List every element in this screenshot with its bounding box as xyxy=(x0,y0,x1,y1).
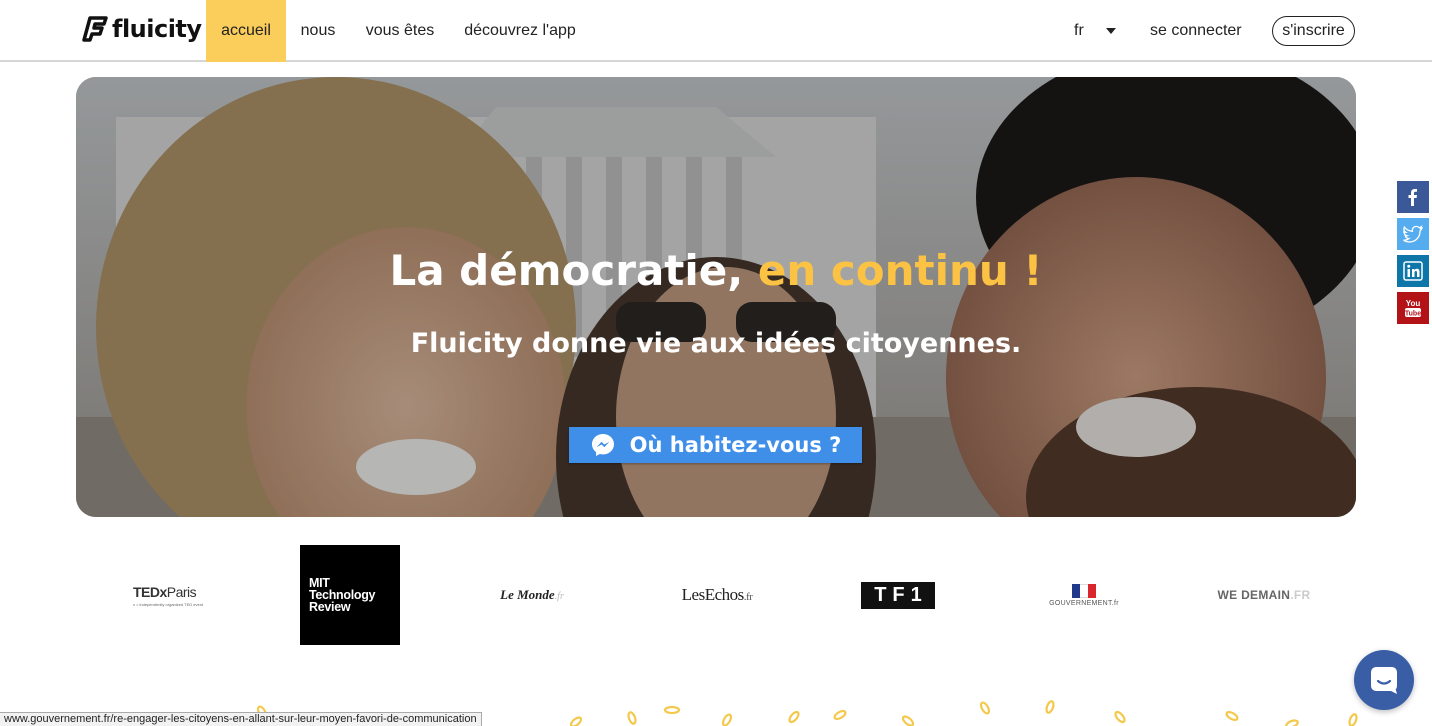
chat-launcher-button[interactable] xyxy=(1354,650,1414,710)
fluicity-logo-mark-icon xyxy=(82,16,108,42)
mit-logo: MIT Technology Review xyxy=(309,577,391,614)
linkedin-button[interactable] xyxy=(1397,255,1429,287)
top-navbar: fluicity accueil nous vous êtes découvre… xyxy=(0,0,1432,62)
lemonde-name: Le Monde xyxy=(500,587,555,602)
twitter-button[interactable] xyxy=(1397,218,1429,250)
logo-text: fluicity xyxy=(112,15,202,43)
press-logo-tedx-paris[interactable]: TEDxParis x = independently organized TE… xyxy=(118,545,218,645)
lesechos-name: LesEchos xyxy=(681,585,745,604)
lemonde-suffix: .fr xyxy=(554,591,564,602)
language-value: fr xyxy=(1074,22,1084,39)
press-logo-mit-technology-review[interactable]: MIT Technology Review xyxy=(300,545,400,645)
press-logo-we-demain[interactable]: WE DEMAIN.FR xyxy=(1212,545,1316,645)
fluicity-logo[interactable]: fluicity xyxy=(80,14,202,44)
hero-title: La démocratie, en continu ! xyxy=(76,246,1356,295)
signup-button[interactable]: s'inscrire xyxy=(1272,16,1355,46)
hero-title-accent: en continu ! xyxy=(757,246,1043,295)
wedemain-logo: WE DEMAIN.FR xyxy=(1218,588,1311,602)
tedx-logo: TEDxParis x = independently organized TE… xyxy=(133,584,203,607)
twitter-icon xyxy=(1403,225,1423,243)
facebook-button[interactable] xyxy=(1397,181,1429,213)
nav-item-nous[interactable]: nous xyxy=(288,0,348,62)
login-link[interactable]: se connecter xyxy=(1150,20,1242,42)
youtube-button[interactable]: You Tube xyxy=(1397,292,1429,324)
press-logo-tf1[interactable]: TF1 xyxy=(848,545,948,645)
press-logo-le-monde[interactable]: Le Monde.fr xyxy=(482,545,582,645)
tedx-tagline: x = independently organized TED event xyxy=(132,601,204,607)
svg-text:You: You xyxy=(1406,299,1421,308)
chat-icon xyxy=(1371,667,1397,694)
nav-item-vous-etes[interactable]: vous êtes xyxy=(352,0,448,62)
linkedin-icon xyxy=(1403,261,1423,281)
wedemain-name: WE DEMAIN xyxy=(1217,588,1291,602)
tedx-city: Paris xyxy=(166,583,197,600)
lesechos-suffix: .fr xyxy=(743,591,753,603)
press-logo-gouvernement[interactable]: GOUVERNEMENT.fr xyxy=(1032,545,1136,645)
hero-subtitle: Fluicity donne vie aux idées citoyennes. xyxy=(410,328,1022,359)
lemonde-logo: Le Monde.fr xyxy=(500,587,564,603)
nav-item-accueil[interactable]: accueil xyxy=(206,0,286,62)
press-logo-les-echos[interactable]: LesEchos.fr xyxy=(664,545,770,645)
gouvernement-text: GOUVERNEMENT.fr xyxy=(1049,599,1119,607)
wedemain-suffix: .FR xyxy=(1290,588,1311,602)
language-select[interactable]: fr xyxy=(1062,20,1124,42)
tedx-name: TEDx xyxy=(132,583,167,600)
status-bar-url: www.gouvernement.fr/re-engager-les-citoy… xyxy=(0,712,482,726)
youtube-icon: You Tube xyxy=(1405,299,1421,318)
messenger-icon xyxy=(591,434,614,456)
gouvernement-logo: GOUVERNEMENT.fr xyxy=(1049,583,1119,607)
lesechos-logo: LesEchos.fr xyxy=(682,585,753,605)
facebook-icon xyxy=(1408,189,1417,206)
tedx-wordmark: TEDxParis xyxy=(132,583,197,600)
hero-title-main: La démocratie, xyxy=(389,246,744,295)
where-do-you-live-button[interactable]: Où habitez-vous ? xyxy=(569,427,862,463)
caret-down-icon xyxy=(1106,28,1116,34)
french-flag-icon xyxy=(1072,583,1096,598)
mit-line-3: Review xyxy=(309,600,351,614)
nav-item-decouvrez-app[interactable]: découvrez l'app xyxy=(452,0,588,62)
cta-label: Où habitez-vous ? xyxy=(629,433,842,457)
svg-text:Tube: Tube xyxy=(1405,311,1421,318)
tf1-logo: TF1 xyxy=(861,581,935,609)
